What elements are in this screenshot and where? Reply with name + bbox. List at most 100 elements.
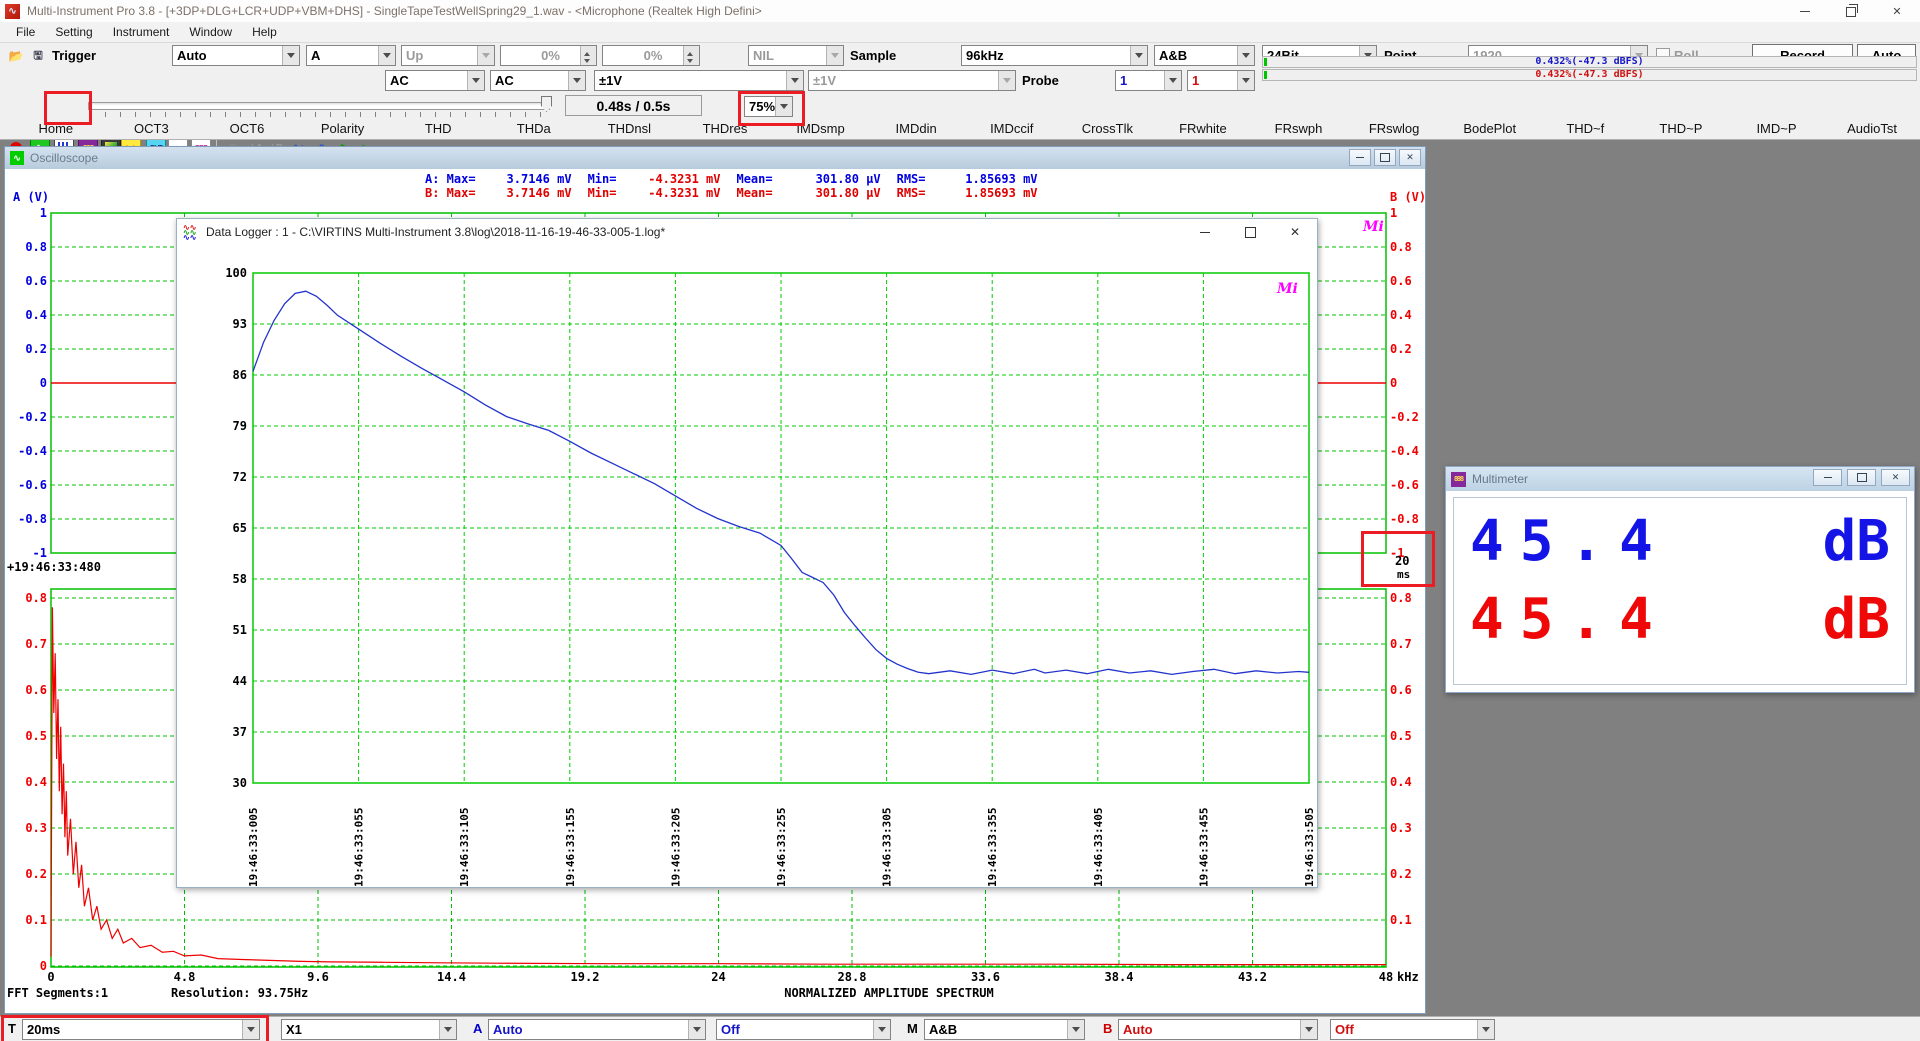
menu-window[interactable]: Window (179, 23, 242, 41)
tab-thdnsl[interactable]: THDnsl (582, 118, 678, 139)
a-scale-select[interactable]: Auto (488, 1019, 706, 1040)
probe-a-select[interactable]: 1 (1115, 70, 1182, 91)
menubar: FileSettingInstrumentWindowHelp (0, 22, 1920, 42)
tab-bodeplot[interactable]: BodePlot (1442, 118, 1538, 139)
spectrum-ytick-right: 0.2 (1390, 867, 1412, 881)
maximize-icon[interactable] (1374, 149, 1396, 166)
maximize-icon[interactable] (1847, 469, 1876, 486)
scope-ytick-left: 0.8 (25, 240, 47, 254)
save-icon[interactable]: 🖫 (28, 46, 48, 66)
spinner-buttons[interactable] (683, 46, 699, 65)
close-icon[interactable]: ✕ (1881, 469, 1910, 486)
chevron-down-icon[interactable] (467, 71, 484, 90)
logger-ytick: 30 (233, 776, 247, 790)
probe-b-select[interactable]: 1 (1187, 70, 1255, 91)
tab-audiotst[interactable]: AudioTst (1824, 118, 1920, 139)
chevron-down-icon[interactable] (1067, 1020, 1084, 1039)
timebase-select[interactable]: 20ms (22, 1019, 260, 1040)
tab-frwhite[interactable]: FRwhite (1155, 118, 1251, 139)
a-filter-select[interactable]: Off (716, 1019, 891, 1040)
spectrum-xtick: 33.6 (971, 970, 1000, 984)
tab-imddin[interactable]: IMDdin (868, 118, 964, 139)
spectrum-xtick: 28.8 (838, 970, 867, 984)
maximize-icon[interactable] (1228, 219, 1272, 245)
tab-frswlog[interactable]: FRswlog (1346, 118, 1442, 139)
close-icon[interactable]: ✕ (1874, 0, 1920, 22)
chevron-down-icon[interactable] (1130, 46, 1147, 65)
multimeter-titlebar[interactable]: Multimeter ✕ (1446, 467, 1914, 491)
tab-imd~p[interactable]: IMD~P (1729, 118, 1825, 139)
b-filter-select[interactable]: Off (1330, 1019, 1495, 1040)
trigger-mode-select[interactable]: Auto (172, 45, 300, 66)
chevron-down-icon[interactable] (1300, 1020, 1317, 1039)
menu-file[interactable]: File (6, 23, 45, 41)
chevron-down-icon[interactable] (775, 97, 792, 116)
sample-rate-select[interactable]: 96kHz (961, 45, 1148, 66)
scope-ytick-right: -0.8 (1390, 512, 1419, 526)
chevron-down-icon[interactable] (1477, 1020, 1494, 1039)
spinner-buttons[interactable] (580, 46, 596, 65)
menu-help[interactable]: Help (242, 23, 287, 41)
tab-oct6[interactable]: OCT6 (199, 118, 295, 139)
tab-thdres[interactable]: THDres (677, 118, 773, 139)
tab-thd[interactable]: THD (390, 118, 486, 139)
logger-ytick: 58 (233, 572, 247, 586)
coupling-b-select[interactable]: AC (490, 70, 586, 91)
menu-instrument[interactable]: Instrument (103, 23, 180, 41)
tab-imdccif[interactable]: IMDccif (964, 118, 1060, 139)
close-icon[interactable]: ✕ (1273, 219, 1317, 245)
tab-thd~p[interactable]: THD~P (1633, 118, 1729, 139)
tab-imdsmp[interactable]: IMDsmp (773, 118, 869, 139)
open-file-icon[interactable]: 📂 (6, 46, 26, 66)
tab-oct3[interactable]: OCT3 (104, 118, 200, 139)
probe-label: Probe (1022, 70, 1059, 91)
oscilloscope-titlebar[interactable]: Oscilloscope ✕ (5, 147, 1425, 169)
tab-crosstlk[interactable]: CrossTlk (1060, 118, 1156, 139)
logger-ytick: 100 (225, 266, 247, 280)
chevron-down-icon[interactable] (439, 1020, 456, 1039)
logger-ytick: 93 (233, 317, 247, 331)
menu-setting[interactable]: Setting (45, 23, 102, 41)
chevron-down-icon[interactable] (1237, 46, 1254, 65)
chevron-down-icon[interactable] (282, 46, 299, 65)
tab-home[interactable]: Home (8, 118, 104, 139)
chevron-down-icon[interactable] (242, 1020, 259, 1039)
chevron-down-icon[interactable] (568, 71, 585, 90)
scope-ytick-left: 1 (40, 206, 47, 220)
channel-mode-select[interactable]: A&B (924, 1019, 1085, 1040)
range-a-select[interactable]: ±1V (594, 70, 804, 91)
b-scale-select[interactable]: Auto (1118, 1019, 1318, 1040)
chevron-down-icon[interactable] (1237, 71, 1254, 90)
trigger-source-select[interactable]: A (306, 45, 396, 66)
position-slider[interactable] (88, 102, 550, 110)
chevron-down-icon[interactable] (873, 1020, 890, 1039)
trigger-level-spinner[interactable]: 0% (500, 45, 597, 66)
chevron-down-icon[interactable] (378, 46, 395, 65)
scope-ytick-left: -1 (33, 546, 47, 560)
chevron-down-icon[interactable] (786, 71, 803, 90)
sample-channels-select[interactable]: A&B (1154, 45, 1255, 66)
tab-frswph[interactable]: FRswph (1251, 118, 1347, 139)
chevron-down-icon (998, 71, 1015, 90)
oscilloscope-icon (10, 151, 24, 165)
spectrum-ytick-right: 0.3 (1390, 821, 1412, 835)
panel-tabs: HomeOCT3OCT6PolarityTHDTHDaTHDnslTHDresI… (0, 118, 1920, 140)
data-logger-titlebar[interactable]: Data Logger : 1 - C:\VIRTINS Multi-Instr… (177, 219, 1317, 245)
tab-thd~f[interactable]: THD~f (1538, 118, 1634, 139)
x-zoom-select[interactable]: X1 (281, 1019, 457, 1040)
coupling-a-select[interactable]: AC (385, 70, 485, 91)
data-logger-icon (183, 225, 199, 240)
minimize-icon[interactable] (1183, 219, 1227, 245)
trigger-delay-spinner[interactable]: 0% (602, 45, 700, 66)
minimize-icon[interactable] (1782, 0, 1828, 22)
close-icon[interactable]: ✕ (1399, 149, 1421, 166)
tab-polarity[interactable]: Polarity (295, 118, 391, 139)
chevron-down-icon[interactable] (688, 1020, 705, 1039)
sweep-time-unit: ms (1397, 568, 1410, 581)
minimize-icon[interactable] (1813, 469, 1842, 486)
restore-icon[interactable] (1828, 0, 1874, 22)
minimize-icon[interactable] (1349, 149, 1371, 166)
chevron-down-icon[interactable] (1164, 71, 1181, 90)
tab-thda[interactable]: THDa (486, 118, 582, 139)
zoom-select[interactable]: 75% (744, 96, 793, 117)
